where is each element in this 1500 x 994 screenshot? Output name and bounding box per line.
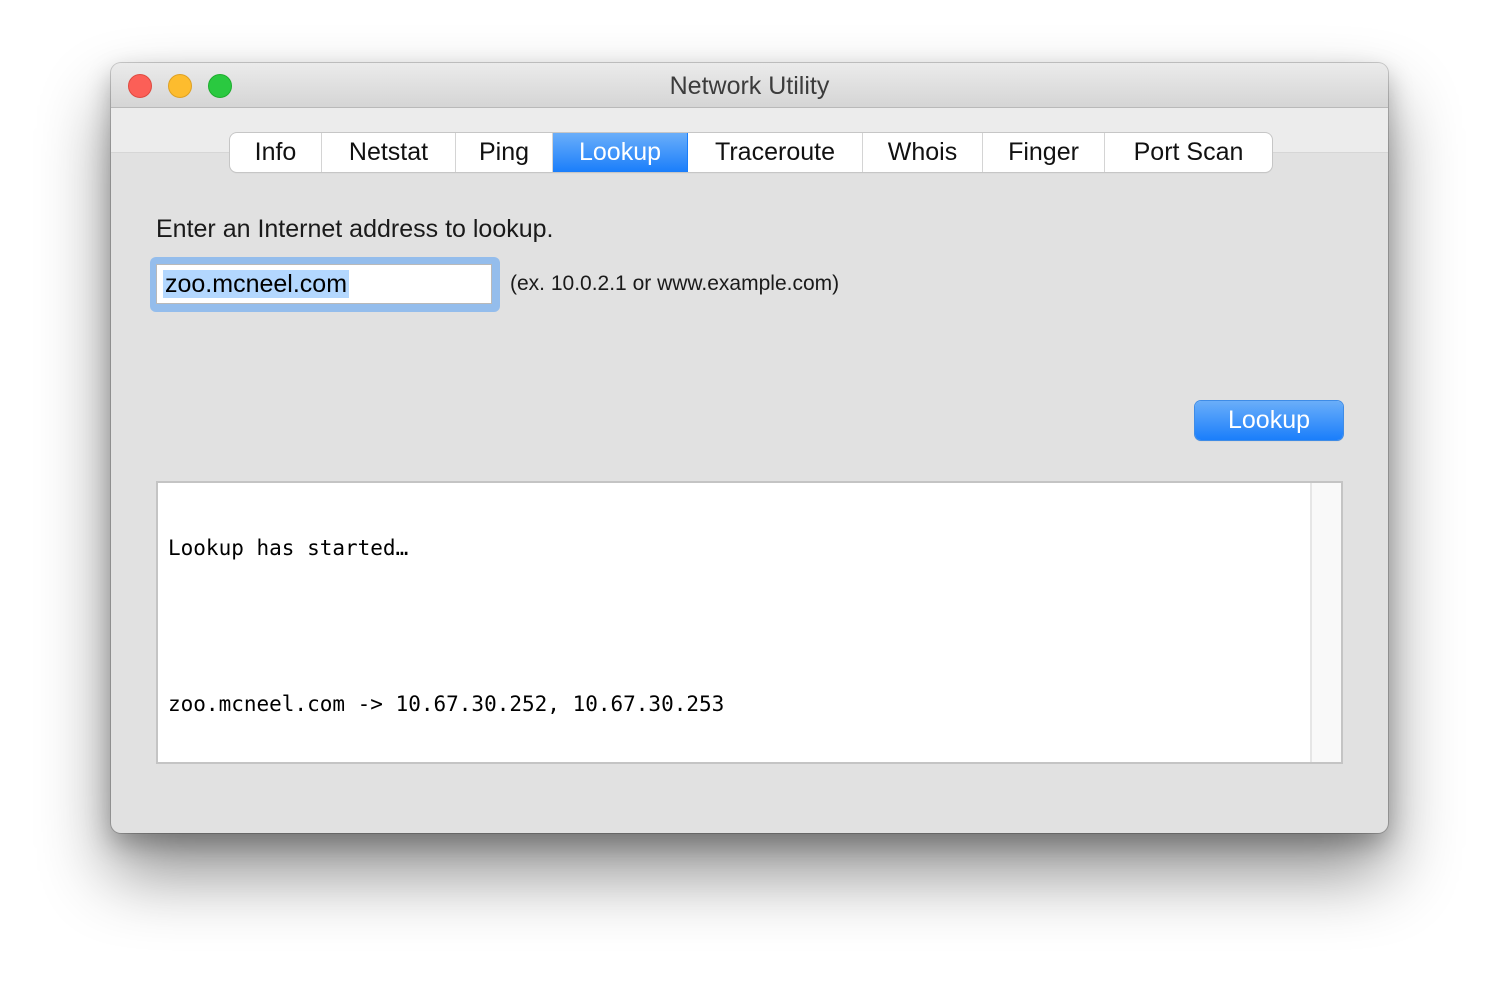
output-line: zoo.mcneel.com -> 10.67.30.252, 10.67.30… xyxy=(168,692,725,716)
output-scrollbar[interactable] xyxy=(1310,483,1341,762)
title-bar[interactable]: Network Utility xyxy=(111,63,1388,108)
output-text-area[interactable]: Lookup has started… zoo.mcneel.com -> 10… xyxy=(156,481,1343,764)
network-utility-window: Network Utility Info Netstat Ping Lookup… xyxy=(111,63,1388,833)
address-focus-ring: zoo.mcneel.com xyxy=(150,257,500,312)
tab-port-scan[interactable]: Port Scan xyxy=(1105,133,1272,172)
tab-info[interactable]: Info xyxy=(230,133,322,172)
tab-whois[interactable]: Whois xyxy=(863,133,983,172)
address-input-value: zoo.mcneel.com xyxy=(163,270,350,298)
tab-ping[interactable]: Ping xyxy=(456,133,553,172)
tab-finger[interactable]: Finger xyxy=(983,133,1105,172)
tab-lookup[interactable]: Lookup xyxy=(553,133,688,172)
tab-bar: Info Netstat Ping Lookup Traceroute Whoi… xyxy=(230,133,1272,172)
output-text: Lookup has started… zoo.mcneel.com -> 10… xyxy=(168,483,1309,769)
lookup-prompt-label: Enter an Internet address to lookup. xyxy=(156,215,554,243)
address-input[interactable]: zoo.mcneel.com xyxy=(156,264,492,304)
address-hint: (ex. 10.0.2.1 or www.example.com) xyxy=(510,272,840,295)
tab-netstat[interactable]: Netstat xyxy=(322,133,456,172)
tab-traceroute[interactable]: Traceroute xyxy=(688,133,863,172)
lookup-button[interactable]: Lookup xyxy=(1195,401,1343,440)
window-title: Network Utility xyxy=(669,72,830,100)
output-line: Lookup has started… xyxy=(168,536,409,560)
